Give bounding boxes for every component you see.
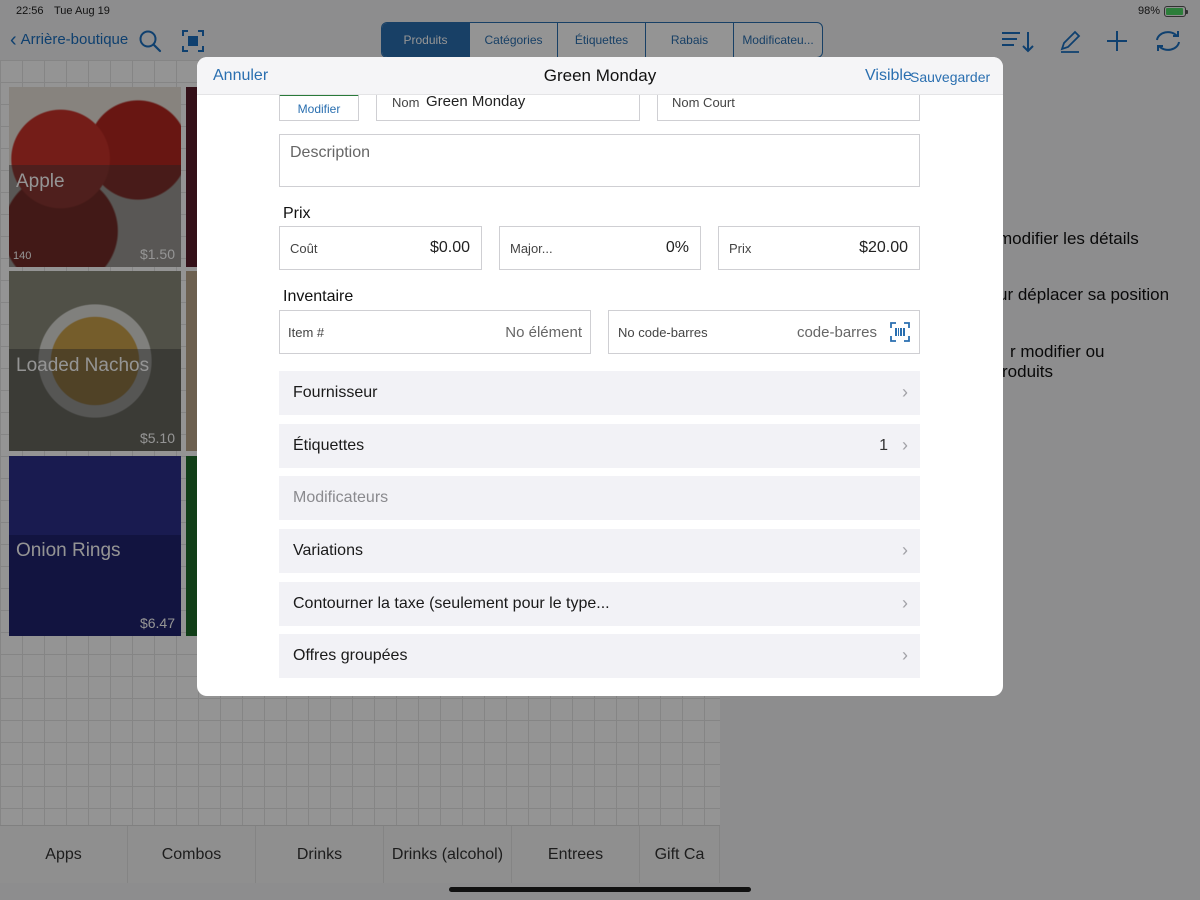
cost-label: Coût — [290, 241, 318, 256]
price-value: $20.00 — [859, 239, 908, 256]
name-value: Green Monday — [426, 93, 526, 110]
chevron-right-icon: › — [902, 382, 908, 402]
description-field[interactable]: Description — [279, 134, 920, 187]
markup-field[interactable]: Major... 0% — [499, 226, 701, 270]
chevron-right-icon: › — [902, 645, 908, 665]
cost-value: $0.00 — [429, 239, 470, 256]
chevron-right-icon: › — [902, 540, 908, 560]
cancel-button[interactable]: Annuler — [213, 67, 268, 85]
visible-toggle[interactable]: Visible — [865, 67, 912, 85]
row-label: Fournisseur — [293, 384, 378, 401]
price-section-title: Prix — [283, 205, 311, 222]
price-field[interactable]: Prix $20.00 — [718, 226, 920, 270]
row-tax-override[interactable]: Contourner la taxe (seulement pour le ty… — [279, 582, 920, 626]
barcode-scan-icon[interactable] — [889, 321, 911, 343]
save-button[interactable]: Sauvegarder — [910, 69, 990, 85]
short-name-label: Nom Court — [672, 95, 735, 110]
row-label: Contourner la taxe (seulement pour le ty… — [293, 595, 610, 612]
inventory-section-title: Inventaire — [283, 288, 354, 305]
row-label: Offres groupées — [293, 647, 408, 664]
item-number-field[interactable]: Item # No élément — [279, 310, 591, 354]
barcode-field[interactable]: No code-barres code-barres — [608, 310, 920, 354]
row-label: Variations — [293, 542, 363, 559]
row-supplier[interactable]: Fournisseur › — [279, 371, 920, 415]
row-variations[interactable]: Variations › — [279, 529, 920, 573]
description-placeholder: Description — [290, 144, 371, 161]
cost-field[interactable]: Coût $0.00 — [279, 226, 482, 270]
modal-body: Modifier Nom Green Monday Nom Court Desc… — [197, 85, 1003, 696]
barcode-placeholder: code-barres — [796, 324, 877, 341]
row-label: Étiquettes — [293, 437, 365, 454]
markup-label: Major... — [510, 241, 553, 256]
tags-count: 1 — [879, 437, 888, 454]
barcode-label: No code-barres — [618, 325, 708, 340]
modal-header: Annuler Green Monday Visible Sauvegarder — [197, 57, 1003, 95]
modify-tab[interactable]: Modifier — [279, 93, 359, 121]
chevron-right-icon: › — [902, 593, 908, 613]
name-label: Nom — [392, 95, 420, 110]
row-tags[interactable]: Étiquettes 1 › — [279, 424, 920, 468]
home-indicator — [449, 887, 751, 892]
row-bundles[interactable]: Offres groupées › — [279, 634, 920, 678]
row-modifiers: Modificateurs — [279, 476, 920, 520]
item-number-placeholder: No élément — [505, 324, 582, 341]
edit-product-modal: Annuler Green Monday Visible Sauvegarder… — [197, 57, 1003, 696]
row-label: Modificateurs — [293, 489, 389, 506]
markup-value: 0% — [665, 239, 689, 256]
price-label: Prix — [729, 241, 752, 256]
chevron-right-icon: › — [902, 435, 908, 455]
item-number-label: Item # — [288, 325, 325, 340]
